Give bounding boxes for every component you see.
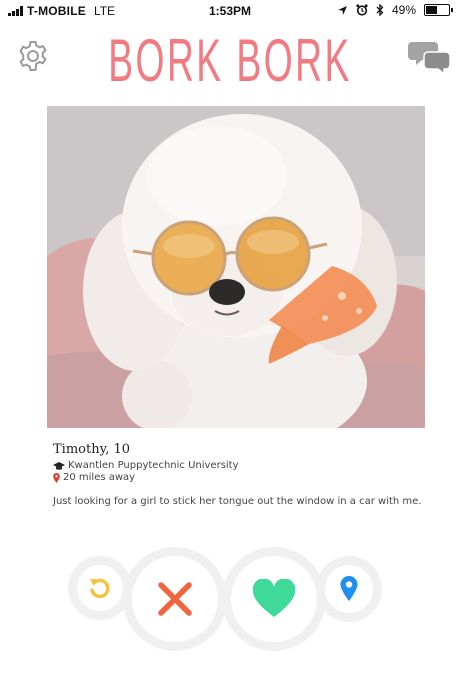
graduation-cap-icon — [53, 461, 65, 470]
location-button[interactable] — [316, 556, 382, 622]
profile-distance: 20 miles away — [63, 472, 136, 483]
gear-icon — [19, 41, 47, 71]
status-bar: T-MOBILE LTE 1:53PM 49% — [0, 0, 460, 22]
alarm-clock-icon — [356, 4, 368, 16]
dog-photo-illustration — [47, 106, 425, 428]
battery-icon — [424, 4, 453, 16]
chat-bubbles-icon — [408, 42, 451, 76]
status-right: 49% — [337, 3, 453, 17]
battery-percent: 49% — [391, 3, 416, 17]
profile-school-row: Kwantlen Puppytechnic University — [53, 460, 423, 471]
nope-button[interactable] — [123, 547, 227, 651]
bluetooth-icon — [376, 4, 384, 16]
map-pin-icon — [53, 472, 60, 483]
rewind-icon — [90, 578, 110, 599]
profile-distance-row: 20 miles away — [53, 472, 423, 483]
heart-icon — [252, 579, 296, 617]
like-button[interactable] — [222, 547, 326, 651]
app-header: BORK BORK — [0, 22, 460, 106]
location-arrow-icon — [337, 5, 347, 15]
rewind-button[interactable] — [68, 556, 132, 620]
profile-bio: Just looking for a girl to stick her ton… — [53, 496, 422, 507]
profile-name-age: Timothy, 10 — [53, 442, 131, 457]
location-pin-icon — [340, 576, 358, 601]
profile-info: Timothy, 10 Kwantlen Puppytechnic Univer… — [53, 442, 423, 508]
profile-photo[interactable] — [47, 106, 425, 428]
app-title: BORK BORK — [108, 27, 352, 94]
close-x-icon — [158, 582, 192, 616]
profile-school: Kwantlen Puppytechnic University — [68, 460, 239, 471]
messages-button[interactable] — [408, 36, 452, 76]
action-bar — [0, 540, 460, 670]
settings-button[interactable] — [16, 39, 50, 73]
